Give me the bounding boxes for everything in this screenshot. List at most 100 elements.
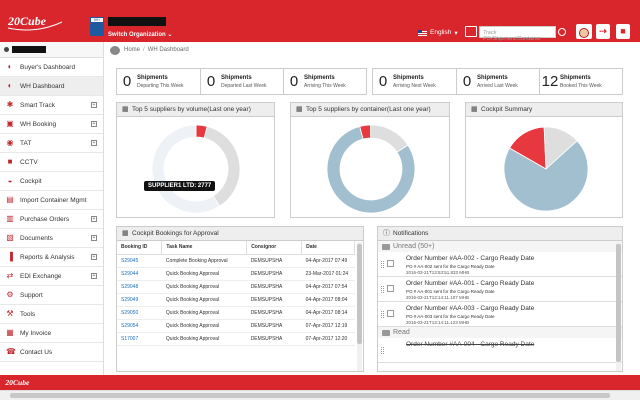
tools-icon: ⚒	[6, 309, 14, 318]
sidebar-item-purchase-orders[interactable]: ▥ Purchase Orders +	[0, 210, 103, 229]
column-header[interactable]: Booking ID	[117, 241, 163, 255]
monitor-icon[interactable]	[465, 26, 477, 37]
stat-box[interactable]: 0 Shipments Departed Last Week	[201, 69, 284, 94]
sidebar-user[interactable]	[0, 42, 103, 58]
logout-icon[interactable]: ⇢	[596, 24, 610, 39]
stat-label: Shipments	[560, 74, 591, 81]
table-row[interactable]: S29054 Quick Booking Approval DEMSUPSHA 07-…	[117, 319, 355, 333]
language-selector[interactable]: English ▾	[418, 27, 458, 38]
expand-icon[interactable]: +	[91, 254, 97, 260]
notification-checkbox[interactable]	[387, 285, 394, 292]
notification-body: PO # AA-001 sent for the Cargo Ready Dat…	[406, 289, 495, 294]
stat-box[interactable]: 0 Shipments Arriving This Week	[284, 69, 366, 94]
sidebar-item-label: My Invoice	[20, 329, 52, 337]
svg-text:20Cube: 20Cube	[4, 378, 30, 387]
expand-icon[interactable]: +	[91, 216, 97, 222]
stat-label: Shipments	[137, 74, 168, 81]
expand-icon[interactable]: +	[91, 140, 97, 146]
search-icon[interactable]	[558, 28, 566, 36]
sidebar-item-buyer-s-dashboard[interactable]: ◐ Buyer's Dashboard	[0, 58, 103, 77]
sidebar-item-label: CCTV	[20, 158, 38, 166]
table-cell: Quick Booking Approval	[161, 293, 247, 307]
table-row[interactable]: S29049 Quick Booking Approval DEMSUPSHA 04-…	[117, 293, 355, 307]
expand-icon[interactable]: +	[91, 273, 97, 279]
expand-icon[interactable]: +	[91, 235, 97, 241]
table-scrollbar[interactable]	[357, 242, 362, 371]
table-row[interactable]: S29045 Complete Booking Approval DEMSUPSHA…	[117, 254, 355, 268]
sidebar-item-import-container-mgmt[interactable]: ▤ Import Container Mgmt	[0, 191, 103, 210]
flag-icon	[418, 29, 427, 36]
table-row[interactable]: S29048 Quick Booking Approval DEMSUPSHA 04-…	[117, 280, 355, 294]
exit-icon[interactable]: ■	[616, 24, 630, 39]
expand-icon[interactable]: +	[91, 102, 97, 108]
stat-box[interactable]: 0 Shipments Departing This Week	[117, 69, 201, 94]
panel-header: ▦ Cockpit Bookings for Approval	[117, 227, 363, 241]
scroll-thumb[interactable]	[10, 393, 610, 398]
expand-icon[interactable]: +	[91, 121, 97, 127]
scroll-thumb[interactable]	[616, 244, 621, 362]
booking-id-link[interactable]: S29045	[117, 254, 162, 268]
sidebar-item-tools[interactable]: ⚒ Tools	[0, 305, 103, 324]
booking-id-link[interactable]: S29044	[117, 267, 162, 281]
notification-item[interactable]: Order Number #AA-004 - Cargo Ready Date	[378, 338, 622, 363]
read-section-header[interactable]: Read	[378, 327, 622, 338]
drag-handle-icon[interactable]	[381, 261, 384, 268]
home-icon[interactable]	[110, 45, 120, 55]
column-header[interactable]: Consignor	[246, 241, 303, 255]
notification-meta: 2016-03-21T13:53:51.833 MHB	[406, 270, 470, 275]
pie-slice[interactable]	[203, 125, 241, 207]
sidebar-item-reports-analysis[interactable]: ▐ Reports & Analysis +	[0, 248, 103, 267]
scroll-thumb[interactable]	[357, 244, 362, 344]
notification-item[interactable]: Order Number #AA-002 - Cargo Ready Date P…	[378, 252, 622, 277]
sidebar-item-contact-us[interactable]: ☎ Contact Us	[0, 343, 103, 362]
unread-section-header[interactable]: Unread (50+)	[378, 241, 622, 252]
table-row[interactable]: S29044 Quick Booking Approval DEMSUPSHA 23-…	[117, 267, 355, 281]
switch-organization-link[interactable]: Switch Organization ⌄	[108, 31, 172, 38]
column-header[interactable]: Date	[301, 241, 355, 255]
sidebar-item-support[interactable]: ⚙ Support	[0, 286, 103, 305]
booking-id-link[interactable]: S29049	[117, 293, 162, 307]
sidebar-item-tat[interactable]: ◉ TAT +	[0, 134, 103, 153]
sidebar-item-smart-track[interactable]: ✱ Smart Track +	[0, 96, 103, 115]
notification-checkbox[interactable]	[387, 310, 394, 317]
user-icon	[4, 47, 9, 52]
notifications-scrollbar[interactable]	[616, 242, 621, 371]
sidebar-item-wh-dashboard[interactable]: ◐ WH Dashboard	[0, 77, 103, 96]
booking-id-link[interactable]: S29050	[117, 306, 162, 320]
breadcrumb-home[interactable]: Home	[124, 47, 140, 53]
booking-id-link[interactable]: S29048	[117, 280, 162, 294]
sidebar-item-documents[interactable]: ▧ Documents +	[0, 229, 103, 248]
unread-list: Order Number #AA-002 - Cargo Ready Date P…	[378, 252, 622, 327]
track-search-input[interactable]: Track PO/Shipment/Container	[479, 26, 556, 42]
notification-item[interactable]: Order Number #AA-003 - Cargo Ready Date P…	[378, 302, 622, 327]
sidebar-item-label: Tools	[20, 310, 36, 318]
sidebar-item-edi-exchange[interactable]: ⇄ EDI Exchange +	[0, 267, 103, 286]
sidebar-item-cctv[interactable]: ■ CCTV	[0, 153, 103, 172]
table-row[interactable]: S29050 Quick Booking Approval DEMSUPSHA 04-…	[117, 306, 355, 320]
drag-handle-icon[interactable]	[381, 286, 384, 293]
drag-handle-icon[interactable]	[381, 311, 384, 318]
pie-slice[interactable]	[370, 124, 409, 153]
stat-labels: Shipments Arriving Next Week	[393, 75, 436, 89]
sidebar-item-wh-booking[interactable]: ▣ WH Booking +	[0, 115, 103, 134]
sidebar-item-cockpit[interactable]: ◒ Cockpit	[0, 172, 103, 191]
notification-item[interactable]: Order Number #AA-001 - Cargo Ready Date P…	[378, 277, 622, 302]
table-row[interactable]: S17007 Quick Booking Approval DEMSUPSHA 07-…	[117, 332, 355, 346]
sidebar-item-my-invoice[interactable]: ▦ My Invoice	[0, 324, 103, 343]
panel-notifications: ⓘ Notifications Unread (50+) Order Numbe…	[377, 226, 623, 372]
notification-checkbox[interactable]	[387, 260, 394, 267]
stat-box[interactable]: 12 Shipments Booked This Week	[540, 69, 622, 94]
column-header[interactable]: Task Name	[161, 241, 248, 255]
org-icon[interactable]	[90, 23, 104, 36]
horizontal-scrollbar[interactable]	[0, 390, 640, 400]
table-header-row: Booking ID Task Name Consignor Date	[117, 241, 355, 255]
stat-box[interactable]: 0 Shipments Arriving Next Week	[373, 69, 457, 94]
drag-handle-icon[interactable]	[381, 347, 384, 354]
brand-logo[interactable]: 20Cube	[6, 8, 64, 34]
stat-box[interactable]: 0 Shipments Arrived Last Week	[457, 69, 540, 94]
booking-id-link[interactable]: S17007	[117, 332, 162, 346]
avatar[interactable]	[576, 24, 592, 39]
panel-container: ▦ Top 5 suppliers by container(Last one …	[290, 102, 450, 218]
envelope-icon	[382, 243, 390, 250]
booking-id-link[interactable]: S29054	[117, 319, 162, 333]
